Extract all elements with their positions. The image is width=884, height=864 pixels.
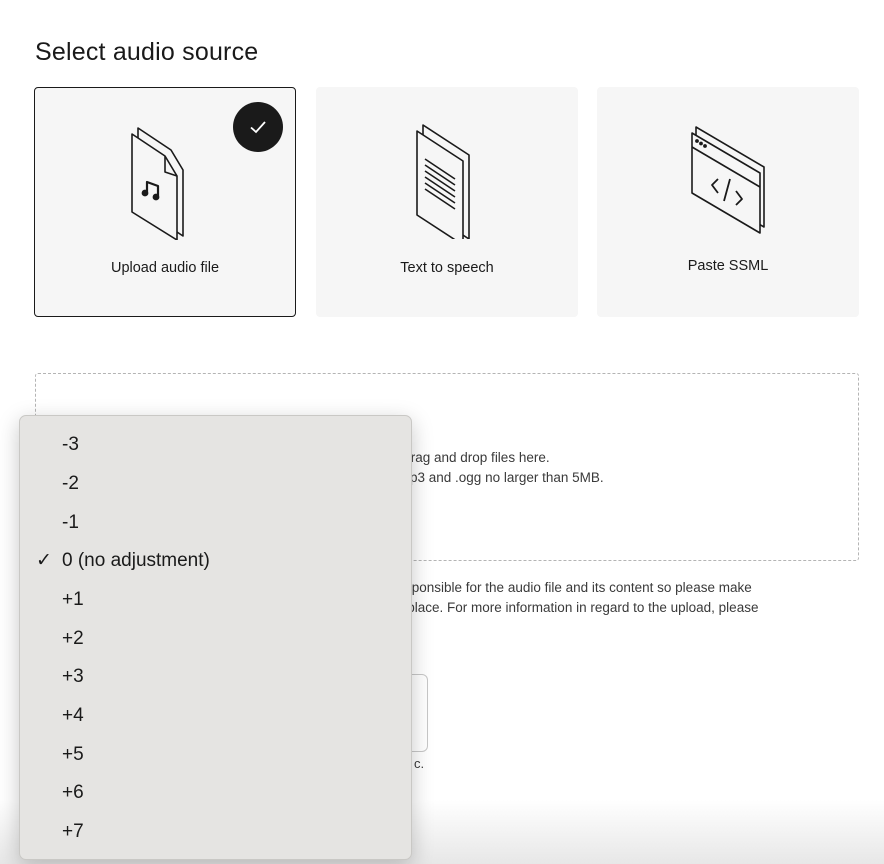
checkmark-icon: ✓ — [36, 550, 52, 571]
dropdown-option[interactable]: +5 — [20, 738, 411, 772]
selected-check-icon — [233, 102, 283, 152]
upload-notice-line-2: in place. For more information in regard… — [393, 600, 759, 615]
pitch-dropdown-menu[interactable]: -3 -2 -1 ✓ 0 (no adjustment) +1 +2 +3 +4 … — [19, 415, 412, 860]
page-title: Select audio source — [35, 38, 259, 66]
paste-ssml-label: Paste SSML — [687, 258, 769, 274]
dropdown-option[interactable]: +3 — [20, 660, 411, 694]
field-hint: c. — [414, 756, 425, 771]
paste-ssml-card[interactable]: Paste SSML — [597, 87, 859, 317]
upload-audio-file-label: Upload audio file — [110, 260, 220, 276]
text-to-speech-label: Text to speech — [400, 260, 494, 276]
dropdown-option[interactable]: -1 — [20, 506, 411, 540]
dropdown-option[interactable]: +4 — [20, 699, 411, 733]
dropzone-instructions: r drag and drop files here. — [395, 450, 550, 465]
text-to-speech-card[interactable]: Text to speech — [316, 87, 578, 317]
dropdown-option[interactable]: -3 — [20, 428, 411, 462]
dropzone-file-requirements: .mp3 and .ogg no larger than 5MB. — [395, 470, 604, 485]
upload-audio-file-card[interactable]: Upload audio file — [34, 87, 296, 317]
dropdown-option[interactable]: +2 — [20, 622, 411, 656]
dropdown-option[interactable]: +7 — [20, 815, 411, 849]
upload-notice-line-1: responsible for the audio file and its c… — [393, 580, 752, 595]
dropdown-option[interactable]: -2 — [20, 467, 411, 501]
text-document-icon — [316, 121, 578, 239]
code-window-icon — [597, 121, 859, 239]
dropdown-option-selected[interactable]: ✓ 0 (no adjustment) — [20, 544, 411, 578]
dropdown-option[interactable]: +1 — [20, 583, 411, 617]
dropdown-option[interactable]: +6 — [20, 776, 411, 810]
